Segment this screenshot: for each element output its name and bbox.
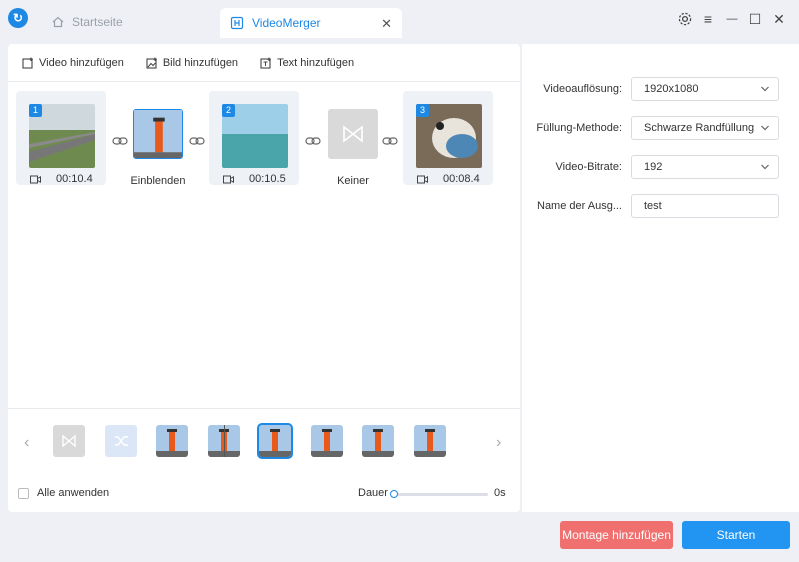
add-video-icon <box>22 57 33 69</box>
transition-option-selected[interactable] <box>257 423 293 459</box>
output-name-value: test <box>644 200 662 212</box>
duration-slider[interactable] <box>394 493 488 496</box>
video-clip[interactable]: 2 00:10.5 <box>209 91 299 185</box>
transition-option[interactable] <box>362 425 394 457</box>
transition-option[interactable] <box>208 425 240 457</box>
add-text-icon <box>260 57 271 69</box>
add-image-button[interactable]: Bild hinzufügen <box>146 57 238 69</box>
transition-label: Einblenden <box>130 175 186 187</box>
add-video-label: Video hinzufügen <box>39 56 124 69</box>
add-image-label: Bild hinzufügen <box>162 56 239 69</box>
tab-videomerger[interactable]: VideoMerger ✕ <box>220 8 402 38</box>
home-icon <box>52 16 64 28</box>
transition-fade-thumbnail[interactable] <box>133 109 183 159</box>
merge-icon <box>230 16 244 30</box>
app-logo: ↻ <box>8 8 28 28</box>
duration-label: Dauer <box>358 487 388 499</box>
resolution-label: Videoauflösung: <box>543 83 622 95</box>
tab-label: Startseite <box>72 15 123 29</box>
strip-next-arrow[interactable]: › <box>496 434 501 452</box>
close-window-icon[interactable]: ✕ <box>771 11 787 27</box>
clip-number: 1 <box>29 104 42 117</box>
settings-panel: Videoauflösung: 1920x1080 Füllung-Method… <box>522 44 799 512</box>
transition-none-thumbnail[interactable] <box>328 109 378 159</box>
bitrate-select[interactable]: 192 <box>631 155 779 179</box>
strip-prev-arrow[interactable]: ‹ <box>24 434 29 452</box>
video-clip[interactable]: 1 00:10.4 <box>16 91 106 185</box>
transition-option[interactable] <box>311 425 343 457</box>
duration-value: 0s <box>494 487 506 499</box>
link-icon <box>382 137 398 145</box>
transition-option-none[interactable] <box>53 425 85 457</box>
add-text-label: Text hinzufügen <box>277 56 355 69</box>
start-button[interactable]: Starten <box>682 521 790 549</box>
transition-option[interactable] <box>414 425 446 457</box>
video-camera-icon <box>223 175 234 184</box>
close-tab-icon[interactable]: ✕ <box>381 16 392 32</box>
resolution-value: 1920x1080 <box>644 83 699 95</box>
apply-all-checkbox[interactable] <box>18 488 29 499</box>
fill-method-value: Schwarze Randfüllung <box>644 122 755 134</box>
timeline-area: 1 00:10.4 Einblenden 2 00:10.5 Keiner 3 … <box>8 83 520 403</box>
editor-panel: Video hinzufügen Bild hinzufügen Text hi… <box>8 44 520 512</box>
clip-duration: 00:10.5 <box>249 173 286 185</box>
apply-all-label: Alle anwenden <box>37 487 110 499</box>
fill-method-select[interactable]: Schwarze Randfüllung <box>631 116 779 140</box>
output-name-label: Name der Ausg... <box>537 200 622 212</box>
clip-duration: 00:08.4 <box>443 173 480 185</box>
clip-duration: 00:10.4 <box>56 173 93 185</box>
tab-startseite[interactable]: Startseite <box>40 8 210 36</box>
link-icon <box>189 137 205 145</box>
clip-number: 3 <box>416 104 429 117</box>
duration-slider-handle[interactable] <box>390 490 398 498</box>
chevron-down-icon <box>761 164 769 170</box>
fill-method-label: Füllung-Methode: <box>536 122 622 134</box>
output-name-input[interactable]: test <box>631 194 779 218</box>
minimize-icon[interactable]: — <box>724 11 740 27</box>
toolbar: Video hinzufügen Bild hinzufügen Text hi… <box>8 44 520 82</box>
add-video-button[interactable]: Video hinzufügen <box>22 57 124 69</box>
link-icon <box>305 137 321 145</box>
transition-option[interactable] <box>156 425 188 457</box>
add-text-button[interactable]: Text hinzufügen <box>260 57 354 69</box>
add-montage-button[interactable]: Montage hinzufügen <box>560 521 673 549</box>
gear-icon[interactable] <box>677 11 693 27</box>
divider <box>8 408 520 409</box>
transition-option-random[interactable] <box>105 425 137 457</box>
menu-icon[interactable]: ≡ <box>700 11 716 27</box>
link-icon <box>112 137 128 145</box>
video-clip[interactable]: 3 00:08.4 <box>403 91 493 185</box>
bitrate-label: Video-Bitrate: <box>555 161 622 173</box>
transition-label: Keiner <box>337 175 369 187</box>
chevron-down-icon <box>761 125 769 131</box>
maximize-icon[interactable]: ☐ <box>747 11 763 27</box>
bitrate-value: 192 <box>644 161 663 173</box>
tab-label: VideoMerger <box>252 16 321 30</box>
resolution-select[interactable]: 1920x1080 <box>631 77 779 101</box>
chevron-down-icon <box>761 86 769 92</box>
clip-number: 2 <box>222 104 235 117</box>
video-camera-icon <box>30 175 41 184</box>
video-camera-icon <box>417 175 428 184</box>
title-bar: ↻ Startseite VideoMerger ✕ ≡ — ☐ ✕ <box>0 0 799 40</box>
add-image-icon <box>146 57 157 69</box>
